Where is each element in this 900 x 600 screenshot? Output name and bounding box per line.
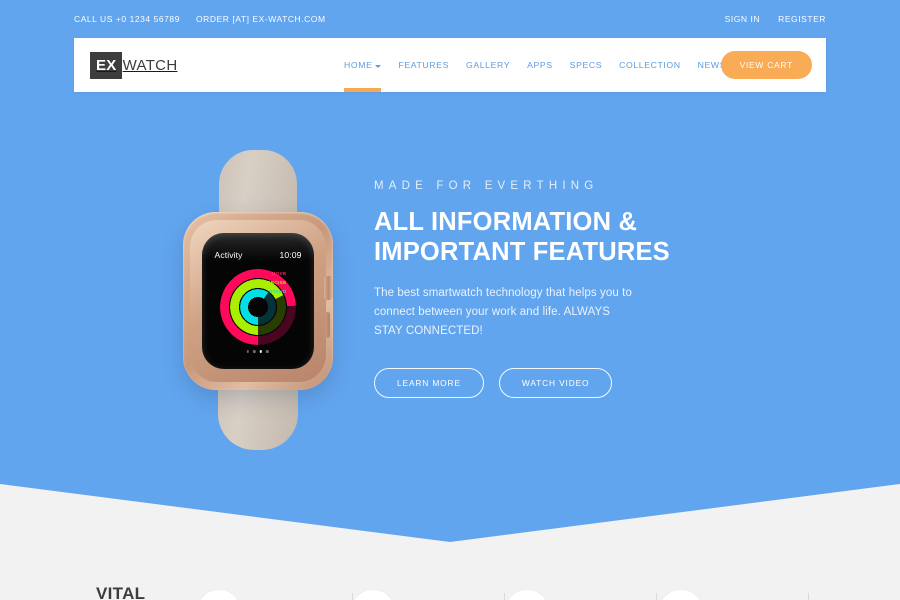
page-dot — [266, 350, 269, 353]
move-label: MOVE — [271, 271, 287, 276]
brand-text: WATCH — [122, 56, 178, 74]
section-divider-tick — [504, 593, 505, 600]
watch-crown-icon — [323, 276, 333, 300]
watch-side-button-icon — [324, 312, 330, 338]
nav-item-apps[interactable]: APPS — [527, 38, 553, 92]
phone-link[interactable]: CALL US +0 1234 56789 — [74, 14, 180, 24]
feature-circle[interactable] — [659, 590, 703, 600]
site-header: EX WATCH HOME FEATURES GALLERY APPS SPEC… — [74, 38, 826, 92]
section-divider-tick — [656, 593, 657, 600]
email-link[interactable]: ORDER [AT] EX-WATCH.COM — [196, 14, 326, 24]
view-cart-button[interactable]: VIEW CART — [720, 51, 812, 79]
nav-label-home: HOME — [344, 60, 373, 70]
main-navigation: HOME FEATURES GALLERY APPS SPECS COLLECT… — [344, 38, 785, 92]
nav-item-gallery[interactable]: GALLERY — [466, 38, 510, 92]
nav-label-gallery: GALLERY — [465, 60, 511, 70]
page-dot — [246, 350, 249, 353]
next-section-peek: VITAL — [0, 554, 900, 600]
nav-item-home[interactable]: HOME — [344, 38, 382, 92]
watch-time: 10:09 — [279, 250, 302, 260]
activity-title: Activity — [214, 250, 243, 260]
nav-label-collection: COLLECTION — [619, 60, 681, 70]
section-divider-tick — [352, 593, 353, 600]
screen-page-dots — [246, 350, 269, 353]
hero-action-buttons: LEARN MORE WATCH VIDEO — [374, 367, 704, 398]
stand-label: STAND — [269, 289, 287, 294]
nav-label-apps: APPS — [527, 60, 553, 70]
watch-video-button[interactable]: WATCH VIDEO — [498, 367, 613, 398]
next-section-circles — [0, 590, 900, 600]
top-utility-bar: CALL US +0 1234 56789 ORDER [AT] EX-WATC… — [0, 0, 900, 38]
activity-ring-labels: MOVE EXERCISE STAND — [220, 269, 290, 296]
page-dot — [252, 350, 256, 353]
feature-circle[interactable] — [351, 590, 395, 600]
nav-item-features[interactable]: FEATURES — [398, 38, 449, 92]
learn-more-button[interactable]: LEARN MORE — [374, 367, 484, 398]
watch-screen: Activity 10:09 MOVE EXERCISE STAND — [201, 233, 314, 369]
watch-case-inner: Activity 10:09 MOVE EXERCISE STAND — [189, 220, 333, 382]
nav-item-specs[interactable]: SPECS — [570, 38, 602, 92]
hero-eyebrow: MADE FOR EVERTHING — [374, 180, 599, 192]
smartwatch-illustration: Activity 10:09 MOVE EXERCISE STAND — [170, 150, 345, 450]
hero-copy: MADE FOR EVERTHING ALL INFORMATION & IMP… — [374, 180, 704, 398]
nav-label-features: FEATURES — [398, 60, 449, 70]
hero-paragraph: The best smartwatch technology that help… — [374, 287, 632, 337]
brand-logo[interactable]: EX WATCH — [90, 51, 178, 79]
nav-item-collection[interactable]: COLLECTION — [619, 38, 681, 92]
page-dot-active — [259, 350, 263, 353]
watch-screen-header: Activity 10:09 — [215, 250, 302, 260]
topbar-contact-group: CALL US +0 1234 56789 ORDER [AT] EX-WATC… — [74, 14, 326, 24]
sign-in-link[interactable]: SIGN IN — [725, 14, 761, 24]
topbar-account-group: SIGN IN REGISTER — [725, 14, 826, 24]
watch-case: Activity 10:09 MOVE EXERCISE STAND — [182, 212, 333, 390]
feature-circle[interactable] — [197, 590, 241, 600]
exercise-label: EXERCISE — [260, 280, 287, 285]
section-divider-tick — [808, 593, 809, 600]
brand-mark: EX — [90, 51, 122, 79]
page-root: CALL US +0 1234 56789 ORDER [AT] EX-WATC… — [0, 0, 900, 600]
hero-headline-line1: ALL INFORMATION & — [374, 208, 638, 236]
feature-circle[interactable] — [505, 590, 549, 600]
hero-headline: ALL INFORMATION & IMPORTANT FEATURES — [374, 208, 704, 267]
hero-headline-line2: IMPORTANT FEATURES — [374, 237, 670, 266]
register-link[interactable]: REGISTER — [778, 14, 826, 24]
chevron-down-icon — [375, 64, 382, 68]
nav-label-specs: SPECS — [569, 60, 603, 70]
